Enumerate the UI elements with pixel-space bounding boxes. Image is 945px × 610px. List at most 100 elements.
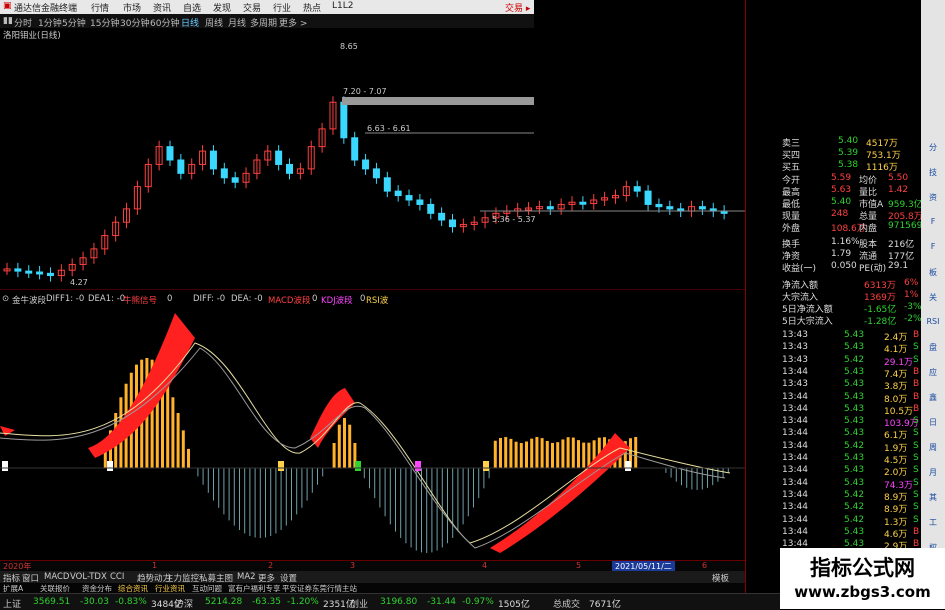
trade-link[interactable]: 交易 ▸ bbox=[505, 1, 530, 14]
menu-item-0[interactable]: 行情 bbox=[91, 1, 109, 14]
candle bbox=[286, 163, 294, 174]
tick-time: 13:44 bbox=[782, 477, 808, 488]
sidebar-tab-4[interactable]: F bbox=[921, 242, 945, 251]
sidebar-tab-1[interactable]: 技 bbox=[921, 167, 945, 178]
histogram-bar bbox=[389, 468, 391, 525]
toolbar-item-3[interactable]: VOL-TDX bbox=[70, 572, 107, 582]
menu-item-4[interactable]: 发现 bbox=[213, 1, 231, 14]
time-label-3: 3 bbox=[350, 561, 356, 570]
histogram-bar bbox=[343, 418, 346, 468]
menu-item-5[interactable]: 交易 bbox=[243, 1, 261, 14]
menu-item-2[interactable]: 资讯 bbox=[153, 1, 171, 14]
menu-item-7[interactable]: 热点 bbox=[303, 1, 321, 14]
panel-toggle-icon[interactable]: ▮▮ bbox=[3, 16, 13, 26]
candle bbox=[209, 150, 217, 170]
tick-price: 5.42 bbox=[844, 489, 865, 500]
histogram-bar bbox=[483, 468, 485, 489]
sidebar-tab-11[interactable]: 日 bbox=[921, 417, 945, 428]
toolbar-item-2[interactable]: MACD bbox=[44, 572, 69, 582]
signal-marker bbox=[278, 461, 284, 471]
indicator-value-1: DEA1: -0 bbox=[88, 294, 126, 304]
histogram-bar bbox=[566, 437, 570, 468]
ticker-label-3[interactable]: 总成交 bbox=[553, 597, 580, 610]
sidebar-tab-8[interactable]: 盘 bbox=[921, 342, 945, 353]
sidebar-tab-2[interactable]: 资 bbox=[921, 192, 945, 203]
indicator-settings-icon[interactable]: ⊙ bbox=[2, 294, 9, 304]
sidebar-tab-12[interactable]: 周 bbox=[921, 442, 945, 453]
tick-direction: B bbox=[913, 403, 920, 414]
sidebar-tab-7[interactable]: RSI bbox=[921, 317, 945, 326]
signal-marker bbox=[415, 461, 421, 471]
histogram-bar bbox=[514, 441, 518, 468]
histogram-bar bbox=[545, 440, 549, 468]
tick-time: 13:44 bbox=[782, 465, 808, 476]
ticker-label-1[interactable]: 沪深 bbox=[175, 597, 193, 610]
tick-volume: 7.4万 bbox=[884, 369, 908, 380]
histogram-bar bbox=[244, 468, 246, 534]
menu-item-8[interactable]: L1L2 bbox=[332, 1, 353, 11]
ticker-change-1: -63.35 bbox=[252, 597, 282, 607]
indicator-chart[interactable]: 0.600.500.400.300.200.100.00 bbox=[0, 308, 760, 562]
ticker-amount-2: 1505亿 bbox=[498, 600, 530, 610]
watermark-title: 指标公式网 bbox=[810, 556, 915, 580]
histogram-bar bbox=[228, 468, 230, 521]
histogram-bar bbox=[499, 437, 502, 468]
tick-volume: 1.3万 bbox=[884, 517, 908, 528]
signal-marker bbox=[107, 461, 113, 471]
candle bbox=[416, 199, 424, 205]
ticker-value-0: 3569.51 bbox=[33, 597, 71, 607]
histogram-bar bbox=[285, 468, 287, 526]
toolbar-item-8[interactable]: MA2 bbox=[237, 572, 256, 582]
quote-field-value-2: 971569 bbox=[888, 221, 923, 231]
sidebar-tab-3[interactable]: F bbox=[921, 217, 945, 226]
histogram-bar bbox=[379, 468, 381, 508]
histogram-bar bbox=[233, 468, 235, 526]
flow-label: 5日大宗流入 bbox=[782, 317, 833, 327]
sidebar-tab-14[interactable]: 其 bbox=[921, 492, 945, 503]
histogram-bar bbox=[259, 468, 261, 538]
menu-item-3[interactable]: 自选 bbox=[183, 1, 201, 14]
indicator-name[interactable]: 金牛波段 bbox=[12, 294, 46, 306]
tick-time: 13:44 bbox=[782, 366, 808, 377]
candle bbox=[394, 190, 402, 197]
sidebar-tab-15[interactable]: 工 bbox=[921, 517, 945, 528]
histogram-bar bbox=[374, 468, 376, 499]
tick-time: 13:43 bbox=[782, 330, 808, 340]
quote-field-value: 5.40 bbox=[831, 197, 852, 207]
menu-item-1[interactable]: 市场 bbox=[123, 1, 141, 14]
candle bbox=[351, 137, 359, 161]
indicator-value-2: 牛熊信号 bbox=[123, 296, 158, 306]
histogram-bar bbox=[452, 468, 454, 538]
candle bbox=[231, 177, 239, 183]
sidebar-tab-9[interactable]: 应 bbox=[921, 367, 945, 378]
histogram-bar bbox=[332, 443, 336, 468]
tick-price: 5.43 bbox=[844, 330, 865, 340]
candle bbox=[362, 159, 370, 170]
tick-price: 5.43 bbox=[844, 465, 865, 476]
index-ticker: 上证 3569.51 -30.03 -0.83% 3484亿 沪深 5214.28 -63.3… bbox=[0, 593, 780, 610]
price-chart[interactable]: 8.65 4.27 7.20 - 7.07 6.63 - 6.61 5.36 - 5.3… bbox=[0, 40, 760, 290]
histogram-bar bbox=[410, 468, 412, 548]
tick-direction: S bbox=[913, 477, 919, 488]
toolbar-item-4[interactable]: CCI bbox=[110, 572, 124, 582]
tick-volume: 8.9万 bbox=[884, 505, 908, 516]
ask-label: 买五 bbox=[782, 163, 801, 173]
sidebar-tab-6[interactable]: 关 bbox=[921, 292, 945, 303]
tick-direction: B bbox=[913, 330, 920, 340]
histogram-bar bbox=[171, 397, 175, 468]
candle bbox=[405, 195, 413, 201]
candle bbox=[220, 168, 228, 179]
indicator-value-4: DIFF: -0 bbox=[193, 294, 226, 304]
ticker-label-0[interactable]: 上证 bbox=[3, 597, 21, 610]
sidebar-tab-13[interactable]: 月 bbox=[921, 467, 945, 478]
tick-price: 5.43 bbox=[844, 391, 865, 402]
tick-price: 5.43 bbox=[844, 403, 865, 414]
sidebar-tab-10[interactable]: 鑫 bbox=[921, 392, 945, 403]
ticker-label-2[interactable]: 创业 bbox=[350, 597, 368, 610]
sidebar-tab-0[interactable]: 分 bbox=[921, 142, 945, 153]
time-label-2: 2 bbox=[268, 561, 274, 570]
tick-time: 13:43 bbox=[782, 379, 808, 390]
menu-item-6[interactable]: 行业 bbox=[273, 1, 291, 14]
quote-field-label: 外盘 bbox=[782, 224, 801, 234]
sidebar-tab-5[interactable]: 板 bbox=[921, 267, 945, 278]
